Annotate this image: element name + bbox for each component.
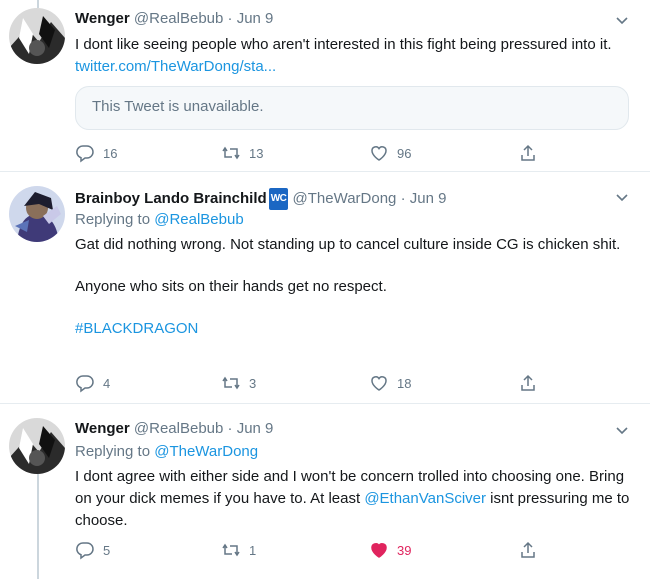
replying-to-handle[interactable]: @RealBebub [154,211,243,228]
like-button[interactable]: 18 [369,373,411,393]
reply-icon [76,542,94,560]
like-button[interactable]: 96 [369,143,411,163]
replying-to-label: Replying to [75,443,151,460]
display-name[interactable]: Wenger [75,10,130,27]
user-handle[interactable]: @RealBebub [134,420,223,437]
tweet-header: Brainboy Lando Brainchild WC @TheWarDong … [75,188,446,210]
display-name[interactable]: Wenger [75,420,130,437]
heart-filled-icon [371,543,387,558]
retweet-count: 13 [249,145,264,161]
share-button[interactable] [518,143,546,163]
avatar[interactable] [9,418,65,474]
quoted-tweet-unavailable: This Tweet is unavailable. [75,86,629,130]
mention-link[interactable]: @EthanVanSciver [364,490,486,507]
retweet-button[interactable]: 13 [221,143,263,163]
user-handle[interactable]: @RealBebub [134,10,223,27]
retweet-icon [222,543,240,557]
tweet-2[interactable]: Brainboy Lando Brainchild WC @TheWarDong … [0,172,650,404]
tweet-link[interactable]: twitter.com/TheWarDong/sta... [75,58,276,75]
retweet-icon [222,146,240,160]
separator-dot: · [227,420,233,437]
tweet-date[interactable]: Jun 9 [237,420,274,437]
like-count: 18 [397,375,412,391]
tweet-3[interactable]: Wenger @RealBebub · Jun 9 Replying to @T… [0,404,650,579]
tweet-text: I dont agree with either side and I won'… [75,466,635,532]
reply-count: 16 [103,145,118,161]
heart-icon [371,146,387,161]
avatar[interactable] [9,8,65,64]
like-count: 39 [397,542,412,558]
thread-line [37,0,39,8]
replying-to: Replying to @RealBebub [75,210,244,230]
quote-unavailable-text: This Tweet is unavailable. [92,98,264,115]
chevron-down-icon[interactable] [612,11,632,31]
share-icon [521,374,535,391]
tweet-text-main: I dont like seeing people who aren't int… [75,36,612,53]
tweet-actions: 4 3 18 [75,373,545,393]
like-button[interactable]: 39 [369,540,411,560]
chevron-down-icon[interactable] [612,421,632,441]
reply-count: 4 [103,375,111,391]
tweet-paragraph: Gat did nothing wrong. Not standing up t… [75,236,621,253]
tweet-text: Gat did nothing wrong. Not standing up t… [75,234,635,340]
reply-icon [76,145,94,163]
share-button[interactable] [518,540,546,560]
display-name[interactable]: Brainboy Lando Brainchild [75,190,267,207]
profile-badge: WC [268,188,289,210]
reply-button[interactable]: 5 [75,540,110,560]
tweet-paragraph: Anyone who sits on their hands get no re… [75,278,387,295]
heart-icon [371,376,387,391]
tweet-actions: 5 1 39 [75,540,545,560]
separator-dot: · [400,190,406,207]
replying-to-label: Replying to [75,211,151,228]
retweet-button[interactable]: 1 [221,540,256,560]
tweet-date[interactable]: Jun 9 [237,10,274,27]
reply-button[interactable]: 16 [75,143,117,163]
reply-button[interactable]: 4 [75,373,110,393]
tweet-date[interactable]: Jun 9 [410,190,447,207]
separator-dot: · [227,10,233,27]
tweet-header: Wenger @RealBebub · Jun 9 [75,9,273,29]
thread-line [37,474,39,579]
retweet-count: 3 [249,375,257,391]
reply-count: 5 [103,542,111,558]
tweet-text: I dont like seeing people who aren't int… [75,34,635,78]
avatar[interactable] [9,186,65,242]
share-icon [521,144,535,161]
chevron-down-icon[interactable] [612,188,632,208]
retweet-count: 1 [249,542,257,558]
like-count: 96 [397,145,412,161]
replying-to: Replying to @TheWarDong [75,442,258,462]
retweet-icon [222,376,240,390]
reply-icon [76,375,94,393]
hashtag-link[interactable]: #BLACKDRAGON [75,318,635,340]
tweet-actions: 16 13 96 [75,143,545,163]
tweet-header: Wenger @RealBebub · Jun 9 [75,419,273,439]
retweet-button[interactable]: 3 [221,373,256,393]
user-handle[interactable]: @TheWarDong [293,190,397,207]
tweet-1[interactable]: Wenger @RealBebub · Jun 9 I dont like se… [0,0,650,172]
share-button[interactable] [518,373,546,393]
replying-to-handle[interactable]: @TheWarDong [154,443,258,460]
share-icon [521,541,535,558]
